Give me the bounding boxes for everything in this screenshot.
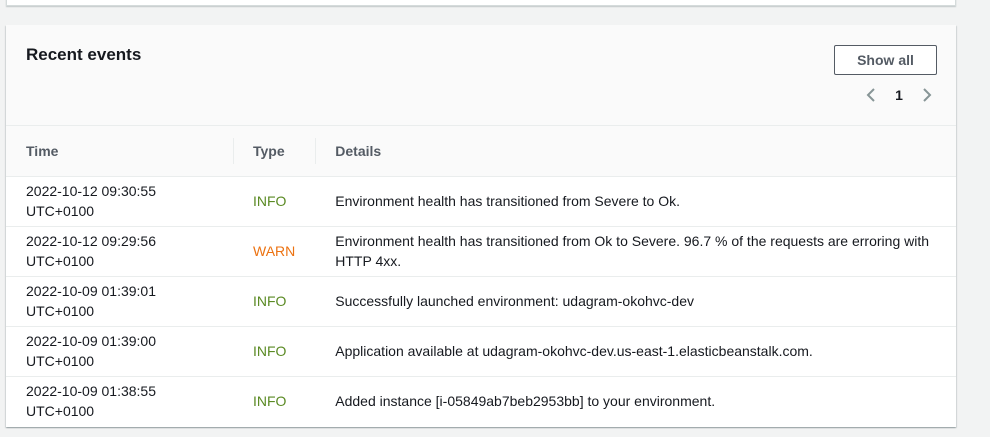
show-all-button[interactable]: Show all (834, 45, 937, 75)
event-details: Successfully launched environment: udagr… (315, 276, 956, 327)
event-type: INFO (233, 276, 316, 327)
event-timezone: UTC+0100 (26, 403, 95, 420)
event-details: Application available at udagram-okohvc-… (315, 326, 956, 377)
time-cell: 2022-10-09 01:38:55 UTC+0100 (6, 376, 233, 426)
table-row: 2022-10-12 09:30:55 UTC+0100 INFO Environ… (6, 176, 956, 227)
event-timezone: UTC+0100 (26, 303, 95, 319)
event-details: Environment health has transitioned from… (315, 176, 956, 227)
column-separator (315, 138, 317, 164)
event-date: 2022-10-12 09:29:56 (26, 233, 156, 249)
event-timezone: UTC+0100 (26, 203, 95, 219)
page-number[interactable]: 1 (880, 87, 918, 103)
event-details: Added instance [i-05849ab7beb2953bb] to … (335, 393, 716, 410)
table-row: 2022-10-09 01:39:01 UTC+0100 INFO Success… (6, 276, 956, 327)
panel-header: Recent events Show all 1 (6, 25, 956, 126)
event-date: 2022-10-09 01:38:55 (26, 383, 156, 400)
time-cell: 2022-10-12 09:30:55 UTC+0100 (6, 176, 233, 227)
column-header-time[interactable]: Time (6, 126, 233, 177)
column-header-type[interactable]: Type (233, 126, 316, 177)
event-type: INFO (253, 393, 287, 410)
event-date: 2022-10-12 09:30:55 (26, 183, 156, 199)
event-type: INFO (233, 326, 316, 377)
event-type: WARN (233, 226, 316, 277)
chevron-left-icon[interactable] (862, 85, 880, 105)
column-header-type-label: Type (253, 142, 285, 159)
table-header-row: Time Type Details (6, 126, 956, 177)
time-cell: 2022-10-12 09:29:56 UTC+0100 (6, 226, 233, 277)
event-timezone: UTC+0100 (26, 253, 95, 269)
events-table: Time Type Details 2022-10-12 09:30:55 UTC… (6, 126, 956, 426)
column-header-details-label: Details (335, 142, 382, 159)
table-row: 2022-10-09 01:38:55 UTC+0100 INFO Added i… (6, 376, 956, 426)
event-date: 2022-10-09 01:39:01 (26, 283, 156, 299)
event-timezone: UTC+0100 (26, 353, 95, 369)
panel-title: Recent events (26, 45, 142, 64)
event-type: INFO (233, 176, 316, 227)
event-details: Environment health has transitioned from… (315, 226, 956, 277)
column-separator (233, 138, 234, 164)
time-cell: 2022-10-09 01:39:01 UTC+0100 (6, 276, 233, 327)
previous-panel (6, 0, 956, 6)
column-header-details[interactable]: Details (315, 126, 956, 177)
event-date: 2022-10-09 01:39:00 (26, 333, 156, 349)
table-row: 2022-10-12 09:29:56 UTC+0100 WARN Environ… (6, 226, 956, 277)
time-cell: 2022-10-09 01:39:00 UTC+0100 (6, 326, 233, 377)
table-row: 2022-10-09 01:39:00 UTC+0100 INFO Applica… (6, 326, 956, 377)
pagination: 1 (862, 85, 936, 105)
recent-events-panel: Recent events Show all 1 Time Type Detai… (6, 25, 956, 427)
chevron-right-icon[interactable] (918, 85, 936, 105)
